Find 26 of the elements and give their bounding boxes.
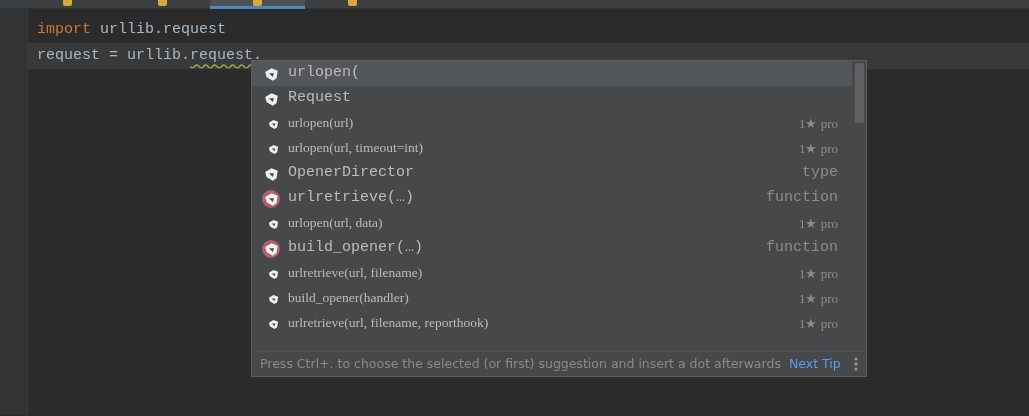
hint-text: Press Ctrl+. to choose the selected (or first) suggestion and insert a dot afterwards xyxy=(260,354,781,373)
completion-item[interactable]: Request xyxy=(252,86,852,111)
more-icon[interactable] xyxy=(854,357,858,371)
item-detail: 1★ pro xyxy=(798,264,838,283)
completion-item[interactable]: urlopen(url, timeout=int) 1★ pro xyxy=(252,136,852,161)
completion-item[interactable]: urlretrieve(…) function xyxy=(252,186,852,211)
item-detail: 1★ pro xyxy=(798,214,838,233)
item-detail: 1★ pro xyxy=(798,289,838,308)
scrollbar[interactable] xyxy=(855,63,864,123)
completion-item[interactable]: OpenerDirector type xyxy=(252,161,852,186)
next-tip-link[interactable]: Next Tip xyxy=(788,354,841,374)
item-detail: 1★ pro xyxy=(798,114,838,133)
completion-item[interactable]: build_opener(…) function xyxy=(252,236,852,261)
completion-item[interactable]: urlopen( xyxy=(252,61,852,86)
completion-item[interactable]: urlretrieve(url, filename) 1★ pro xyxy=(252,261,852,286)
completion-item[interactable]: urlopen(url) 1★ pro xyxy=(252,111,852,136)
item-detail: type xyxy=(802,163,838,184)
completion-item[interactable]: urlopen(url, data) 1★ pro xyxy=(252,211,852,236)
item-detail: 1★ pro xyxy=(798,314,838,333)
item-detail: function xyxy=(766,188,838,209)
item-detail: function xyxy=(766,238,838,259)
code-line: import urllib.request xyxy=(36,20,228,40)
completion-item[interactable]: urlretrieve(url, filename, reporthook) 1★ pro xyxy=(252,311,852,336)
completion-item[interactable]: build_opener(handler) 1★ pro xyxy=(252,286,852,311)
item-detail: 1★ pro xyxy=(798,139,838,158)
file-tab[interactable] xyxy=(210,0,305,9)
